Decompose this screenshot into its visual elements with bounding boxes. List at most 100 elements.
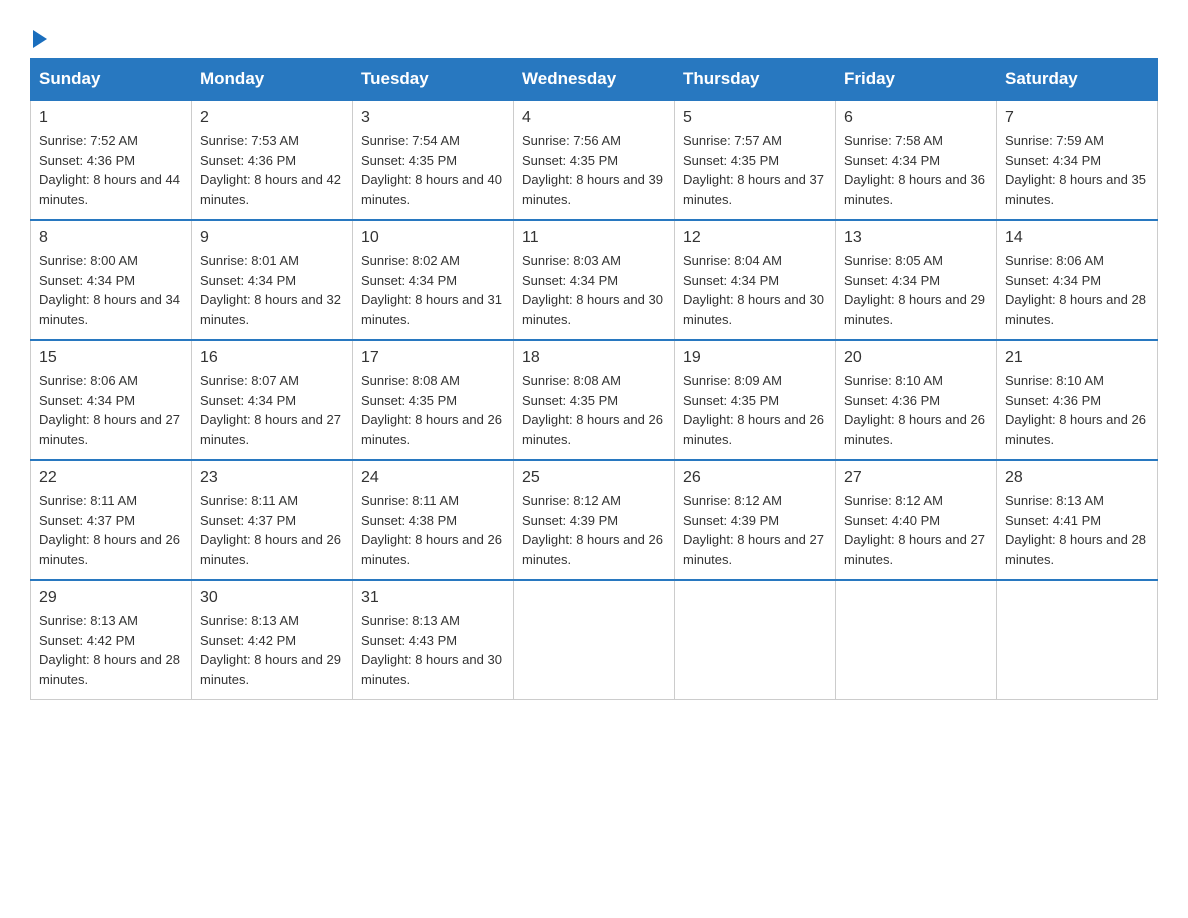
day-info: Sunrise: 7:59 AMSunset: 4:34 PMDaylight:… <box>1005 131 1149 209</box>
day-number: 4 <box>522 109 666 127</box>
day-info: Sunrise: 8:05 AMSunset: 4:34 PMDaylight:… <box>844 251 988 329</box>
calendar-cell: 17 Sunrise: 8:08 AMSunset: 4:35 PMDaylig… <box>353 340 514 460</box>
day-info: Sunrise: 8:13 AMSunset: 4:43 PMDaylight:… <box>361 611 505 689</box>
calendar-cell: 27 Sunrise: 8:12 AMSunset: 4:40 PMDaylig… <box>836 460 997 580</box>
calendar-cell: 28 Sunrise: 8:13 AMSunset: 4:41 PMDaylig… <box>997 460 1158 580</box>
day-number: 24 <box>361 469 505 487</box>
day-info: Sunrise: 8:11 AMSunset: 4:37 PMDaylight:… <box>39 491 183 569</box>
calendar-cell <box>997 580 1158 700</box>
calendar-cell: 26 Sunrise: 8:12 AMSunset: 4:39 PMDaylig… <box>675 460 836 580</box>
day-number: 26 <box>683 469 827 487</box>
day-number: 15 <box>39 349 183 367</box>
calendar-cell: 12 Sunrise: 8:04 AMSunset: 4:34 PMDaylig… <box>675 220 836 340</box>
calendar-cell: 4 Sunrise: 7:56 AMSunset: 4:35 PMDayligh… <box>514 100 675 220</box>
day-info: Sunrise: 8:11 AMSunset: 4:37 PMDaylight:… <box>200 491 344 569</box>
day-number: 29 <box>39 589 183 607</box>
day-number: 6 <box>844 109 988 127</box>
calendar-week-row: 29 Sunrise: 8:13 AMSunset: 4:42 PMDaylig… <box>31 580 1158 700</box>
column-header-tuesday: Tuesday <box>353 59 514 101</box>
day-number: 16 <box>200 349 344 367</box>
day-info: Sunrise: 8:10 AMSunset: 4:36 PMDaylight:… <box>844 371 988 449</box>
day-number: 7 <box>1005 109 1149 127</box>
day-number: 28 <box>1005 469 1149 487</box>
calendar-week-row: 15 Sunrise: 8:06 AMSunset: 4:34 PMDaylig… <box>31 340 1158 460</box>
day-info: Sunrise: 8:12 AMSunset: 4:40 PMDaylight:… <box>844 491 988 569</box>
calendar-cell: 19 Sunrise: 8:09 AMSunset: 4:35 PMDaylig… <box>675 340 836 460</box>
day-number: 21 <box>1005 349 1149 367</box>
day-number: 30 <box>200 589 344 607</box>
column-header-friday: Friday <box>836 59 997 101</box>
day-info: Sunrise: 8:08 AMSunset: 4:35 PMDaylight:… <box>361 371 505 449</box>
day-info: Sunrise: 7:53 AMSunset: 4:36 PMDaylight:… <box>200 131 344 209</box>
day-number: 17 <box>361 349 505 367</box>
calendar-cell: 18 Sunrise: 8:08 AMSunset: 4:35 PMDaylig… <box>514 340 675 460</box>
day-number: 3 <box>361 109 505 127</box>
logo-arrow-icon <box>33 30 47 48</box>
day-info: Sunrise: 7:56 AMSunset: 4:35 PMDaylight:… <box>522 131 666 209</box>
column-header-sunday: Sunday <box>31 59 192 101</box>
calendar-cell: 13 Sunrise: 8:05 AMSunset: 4:34 PMDaylig… <box>836 220 997 340</box>
calendar-cell: 3 Sunrise: 7:54 AMSunset: 4:35 PMDayligh… <box>353 100 514 220</box>
calendar-cell: 2 Sunrise: 7:53 AMSunset: 4:36 PMDayligh… <box>192 100 353 220</box>
calendar-cell: 8 Sunrise: 8:00 AMSunset: 4:34 PMDayligh… <box>31 220 192 340</box>
day-number: 9 <box>200 229 344 247</box>
calendar-cell: 24 Sunrise: 8:11 AMSunset: 4:38 PMDaylig… <box>353 460 514 580</box>
calendar-cell <box>514 580 675 700</box>
day-info: Sunrise: 8:00 AMSunset: 4:34 PMDaylight:… <box>39 251 183 329</box>
day-number: 23 <box>200 469 344 487</box>
calendar-cell: 7 Sunrise: 7:59 AMSunset: 4:34 PMDayligh… <box>997 100 1158 220</box>
calendar-cell: 5 Sunrise: 7:57 AMSunset: 4:35 PMDayligh… <box>675 100 836 220</box>
day-number: 5 <box>683 109 827 127</box>
calendar-cell: 11 Sunrise: 8:03 AMSunset: 4:34 PMDaylig… <box>514 220 675 340</box>
calendar-cell: 21 Sunrise: 8:10 AMSunset: 4:36 PMDaylig… <box>997 340 1158 460</box>
day-info: Sunrise: 8:01 AMSunset: 4:34 PMDaylight:… <box>200 251 344 329</box>
calendar-cell: 14 Sunrise: 8:06 AMSunset: 4:34 PMDaylig… <box>997 220 1158 340</box>
column-header-wednesday: Wednesday <box>514 59 675 101</box>
calendar-cell: 20 Sunrise: 8:10 AMSunset: 4:36 PMDaylig… <box>836 340 997 460</box>
day-info: Sunrise: 7:54 AMSunset: 4:35 PMDaylight:… <box>361 131 505 209</box>
day-number: 25 <box>522 469 666 487</box>
day-number: 1 <box>39 109 183 127</box>
day-info: Sunrise: 8:13 AMSunset: 4:42 PMDaylight:… <box>200 611 344 689</box>
day-info: Sunrise: 8:12 AMSunset: 4:39 PMDaylight:… <box>683 491 827 569</box>
day-info: Sunrise: 8:13 AMSunset: 4:42 PMDaylight:… <box>39 611 183 689</box>
calendar-cell: 29 Sunrise: 8:13 AMSunset: 4:42 PMDaylig… <box>31 580 192 700</box>
column-header-saturday: Saturday <box>997 59 1158 101</box>
day-info: Sunrise: 8:09 AMSunset: 4:35 PMDaylight:… <box>683 371 827 449</box>
day-number: 2 <box>200 109 344 127</box>
day-number: 13 <box>844 229 988 247</box>
day-info: Sunrise: 8:11 AMSunset: 4:38 PMDaylight:… <box>361 491 505 569</box>
day-number: 8 <box>39 229 183 247</box>
day-info: Sunrise: 7:52 AMSunset: 4:36 PMDaylight:… <box>39 131 183 209</box>
day-info: Sunrise: 8:12 AMSunset: 4:39 PMDaylight:… <box>522 491 666 569</box>
calendar-cell <box>675 580 836 700</box>
calendar-cell: 10 Sunrise: 8:02 AMSunset: 4:34 PMDaylig… <box>353 220 514 340</box>
day-info: Sunrise: 8:10 AMSunset: 4:36 PMDaylight:… <box>1005 371 1149 449</box>
calendar-cell: 16 Sunrise: 8:07 AMSunset: 4:34 PMDaylig… <box>192 340 353 460</box>
calendar-cell: 31 Sunrise: 8:13 AMSunset: 4:43 PMDaylig… <box>353 580 514 700</box>
logo <box>30 30 48 48</box>
calendar-cell: 15 Sunrise: 8:06 AMSunset: 4:34 PMDaylig… <box>31 340 192 460</box>
day-number: 27 <box>844 469 988 487</box>
day-number: 31 <box>361 589 505 607</box>
calendar-cell: 25 Sunrise: 8:12 AMSunset: 4:39 PMDaylig… <box>514 460 675 580</box>
day-info: Sunrise: 8:08 AMSunset: 4:35 PMDaylight:… <box>522 371 666 449</box>
calendar-cell: 6 Sunrise: 7:58 AMSunset: 4:34 PMDayligh… <box>836 100 997 220</box>
day-info: Sunrise: 8:03 AMSunset: 4:34 PMDaylight:… <box>522 251 666 329</box>
day-number: 20 <box>844 349 988 367</box>
day-info: Sunrise: 8:04 AMSunset: 4:34 PMDaylight:… <box>683 251 827 329</box>
day-info: Sunrise: 8:07 AMSunset: 4:34 PMDaylight:… <box>200 371 344 449</box>
column-header-thursday: Thursday <box>675 59 836 101</box>
calendar-cell <box>836 580 997 700</box>
day-number: 12 <box>683 229 827 247</box>
day-info: Sunrise: 8:02 AMSunset: 4:34 PMDaylight:… <box>361 251 505 329</box>
calendar-week-row: 22 Sunrise: 8:11 AMSunset: 4:37 PMDaylig… <box>31 460 1158 580</box>
calendar-header-row: SundayMondayTuesdayWednesdayThursdayFrid… <box>31 59 1158 101</box>
page-header <box>30 20 1158 48</box>
calendar-cell: 9 Sunrise: 8:01 AMSunset: 4:34 PMDayligh… <box>192 220 353 340</box>
calendar-week-row: 8 Sunrise: 8:00 AMSunset: 4:34 PMDayligh… <box>31 220 1158 340</box>
day-info: Sunrise: 8:06 AMSunset: 4:34 PMDaylight:… <box>39 371 183 449</box>
day-info: Sunrise: 7:57 AMSunset: 4:35 PMDaylight:… <box>683 131 827 209</box>
day-info: Sunrise: 8:06 AMSunset: 4:34 PMDaylight:… <box>1005 251 1149 329</box>
day-info: Sunrise: 8:13 AMSunset: 4:41 PMDaylight:… <box>1005 491 1149 569</box>
